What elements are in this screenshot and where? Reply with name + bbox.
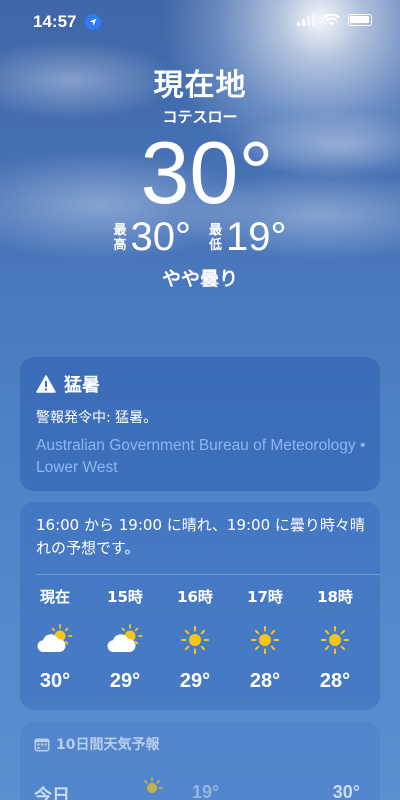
low-temp-group: 最 低 19° [209, 215, 287, 260]
hour-label: 18時 [317, 588, 353, 606]
forecast-low: 19° [192, 782, 220, 800]
forecast-high: 30° [332, 782, 360, 800]
warning-triangle-icon [36, 375, 56, 393]
low-temp: 19° [226, 215, 287, 259]
forecast-row-today[interactable]: 今日 19° 30° [34, 777, 374, 800]
status-icons [297, 14, 372, 26]
current-temperature: 30° [140, 123, 274, 222]
alert-title-row: 猛暑 [36, 371, 100, 397]
alert-body: 警報発令中: 猛暑。 [36, 410, 158, 426]
hour-label: 17時 [247, 588, 283, 606]
location-title: 現在地 [153, 68, 247, 103]
wifi-icon [323, 14, 340, 26]
sunny-icon [300, 610, 370, 670]
ten-day-title: 10日間天気予報 [56, 737, 160, 753]
calendar-icon [34, 738, 50, 751]
hour-item: 16時 29° [160, 586, 230, 693]
alert-title: 猛暑 [64, 375, 100, 396]
severe-weather-alert-card[interactable]: 猛暑 警報発令中: 猛暑。 Australian Government Bure… [20, 357, 380, 491]
low-label-bottom: 低 [209, 237, 223, 253]
hour-temp: 28° [319, 670, 351, 692]
hour-temp: 29° [179, 670, 211, 692]
sunny-icon [160, 610, 230, 670]
battery-icon [348, 14, 372, 26]
high-label-bottom: 高 [113, 237, 127, 253]
hourly-forecast-card[interactable]: 16:00 から 19:00 に晴れ、19:00 に曇り時々晴れの予想です。 現… [20, 502, 380, 710]
hour-temp: 28° [249, 670, 281, 692]
location-arrow-icon [85, 14, 101, 30]
hourly-summary: 16:00 から 19:00 に晴れ、19:00 に曇り時々晴れの予想です。 [36, 516, 365, 557]
hour-label: 15時 [107, 588, 143, 606]
partly-sunny-icon [90, 610, 160, 670]
hour-item: 17時 28° [230, 586, 300, 693]
high-temp-group: 最 高 30° [113, 215, 191, 260]
low-label-top: 最 [209, 222, 223, 238]
hour-item: 15時 29° [90, 586, 160, 693]
ten-day-title-row: 10日間天気予報 [34, 734, 159, 754]
status-bar: 14:57 [0, 0, 400, 44]
high-label-top: 最 [113, 222, 127, 238]
ten-day-forecast-card[interactable]: 10日間天気予報 今日 19° 30° [20, 722, 380, 800]
forecast-day: 今日 [34, 786, 70, 800]
high-temp: 30° [130, 215, 192, 259]
hour-temp: 29° [109, 670, 141, 692]
partly-sunny-icon [134, 776, 164, 800]
divider [36, 574, 380, 575]
hour-temp: 30° [39, 670, 71, 692]
hourly-list[interactable]: 現在 30° 15時 29° 16時 29° 17時 28° 18時 28° [20, 586, 380, 693]
cellular-signal-icon [297, 14, 315, 26]
weather-condition: やや曇り [161, 268, 238, 290]
hour-label: 現在 [39, 588, 70, 606]
partly-sunny-icon [20, 610, 90, 670]
sunny-icon [230, 610, 300, 670]
status-time: 14:57 [33, 12, 77, 31]
hour-item: 現在 30° [20, 586, 90, 693]
hour-item: 18時 28° [300, 586, 370, 693]
location-header: 現在地 コテスロー 30° 最 高 30° 最 低 19° やや曇り [0, 60, 400, 291]
alert-source-link[interactable]: Australian Government Bureau of Meteorol… [36, 435, 366, 479]
hour-label: 16時 [177, 588, 213, 606]
